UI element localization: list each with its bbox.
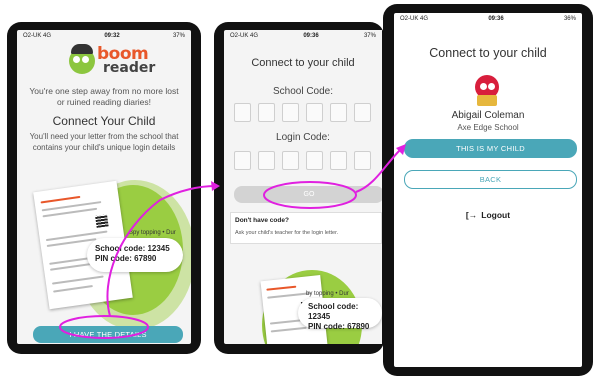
phone-screen-enter-codes: O2-UK 4G 09:36 37% Connect to your child… bbox=[214, 22, 384, 354]
school-code-label: School Code: bbox=[272, 86, 334, 97]
go-button[interactable]: GO bbox=[234, 186, 382, 203]
school-code-text: School code: 12345 bbox=[308, 302, 359, 321]
boomreader-logo: boom reader bbox=[69, 44, 159, 78]
tagline: You're one step away from no more lost o… bbox=[29, 86, 179, 107]
codes-callout: School code: 12345 PIN code: 67890 bbox=[298, 298, 382, 331]
page-title: Connect to your child bbox=[251, 57, 355, 69]
school-code-input[interactable] bbox=[234, 103, 371, 122]
status-bar: O2-UK 4G 09:36 36% bbox=[394, 13, 582, 25]
login-code-digit[interactable] bbox=[282, 151, 299, 170]
status-bar: O2-UK 4G 09:36 37% bbox=[224, 30, 382, 42]
status-bar: O2-UK 4G 09:32 37% bbox=[17, 30, 191, 42]
instructions-text: You'll need your letter from the school … bbox=[29, 132, 179, 152]
login-code-label: Login Code: bbox=[276, 132, 330, 143]
carrier-label: O2-UK 4G bbox=[230, 33, 259, 39]
no-code-text: Ask your child's teacher for the login l… bbox=[235, 230, 339, 236]
phone-screen-welcome: O2-UK 4G 09:32 37% boom reader You're on… bbox=[7, 22, 201, 354]
back-button[interactable]: BACK bbox=[404, 170, 577, 189]
carrier-label: O2-UK 4G bbox=[400, 16, 429, 22]
login-code-input[interactable] bbox=[234, 151, 371, 170]
logout-icon: [→ bbox=[465, 210, 478, 220]
letter-caption: by topping • Dur bbox=[306, 291, 349, 297]
school-code-digit[interactable] bbox=[258, 103, 275, 122]
school-code-text: School code: 12345 bbox=[95, 244, 170, 253]
child-avatar-icon bbox=[472, 75, 502, 107]
login-code-digit[interactable] bbox=[234, 151, 251, 170]
school-name: Axe Edge School bbox=[457, 123, 519, 132]
school-code-digit[interactable] bbox=[234, 103, 251, 122]
clock: 09:36 bbox=[303, 33, 319, 39]
battery-label: 36% bbox=[563, 16, 576, 22]
login-code-digit[interactable] bbox=[330, 151, 347, 170]
carrier-label: O2-UK 4G bbox=[23, 33, 52, 39]
qr-code-icon bbox=[95, 214, 109, 228]
enter-codes-screen: O2-UK 4G 09:36 37% Connect to your child… bbox=[224, 30, 382, 344]
confirm-child-screen: O2-UK 4G 09:36 36% Connect to your child… bbox=[394, 13, 582, 367]
page-title: Connect Your Child bbox=[52, 114, 156, 128]
school-code-digit[interactable] bbox=[354, 103, 371, 122]
no-code-help: Don't have code? Ask your child's teache… bbox=[230, 212, 382, 244]
letter-caption: Spy topping • Dur bbox=[129, 230, 176, 236]
login-code-digit[interactable] bbox=[258, 151, 275, 170]
this-is-my-child-button[interactable]: THIS IS MY CHILD bbox=[404, 139, 577, 158]
no-code-heading: Don't have code? bbox=[235, 217, 289, 224]
logo-word-reader: reader bbox=[103, 60, 156, 76]
child-name: Abigail Coleman bbox=[451, 110, 525, 121]
pin-code-text: PIN code: 67890 bbox=[308, 322, 370, 331]
battery-label: 37% bbox=[172, 33, 185, 39]
clock: 09:36 bbox=[488, 16, 504, 22]
logout-label: Logout bbox=[481, 210, 511, 220]
school-code-digit[interactable] bbox=[282, 103, 299, 122]
school-code-digit[interactable] bbox=[306, 103, 323, 122]
clock: 09:32 bbox=[104, 33, 120, 39]
login-code-digit[interactable] bbox=[306, 151, 323, 170]
phone-screen-confirm-child: O2-UK 4G 09:36 36% Connect to your child… bbox=[383, 4, 593, 376]
welcome-screen: O2-UK 4G 09:32 37% boom reader You're on… bbox=[17, 30, 191, 344]
logout-button[interactable]: [→ Logout bbox=[394, 210, 582, 220]
page-title: Connect to your child bbox=[429, 46, 547, 60]
pin-code-text: PIN code: 67890 bbox=[95, 254, 157, 263]
school-code-digit[interactable] bbox=[330, 103, 347, 122]
login-code-digit[interactable] bbox=[354, 151, 371, 170]
codes-callout: School code: 12345 PIN code: 67890 bbox=[87, 238, 183, 272]
battery-label: 37% bbox=[363, 33, 376, 39]
i-have-the-details-button[interactable]: I HAVE THE DETAILS bbox=[33, 326, 183, 343]
